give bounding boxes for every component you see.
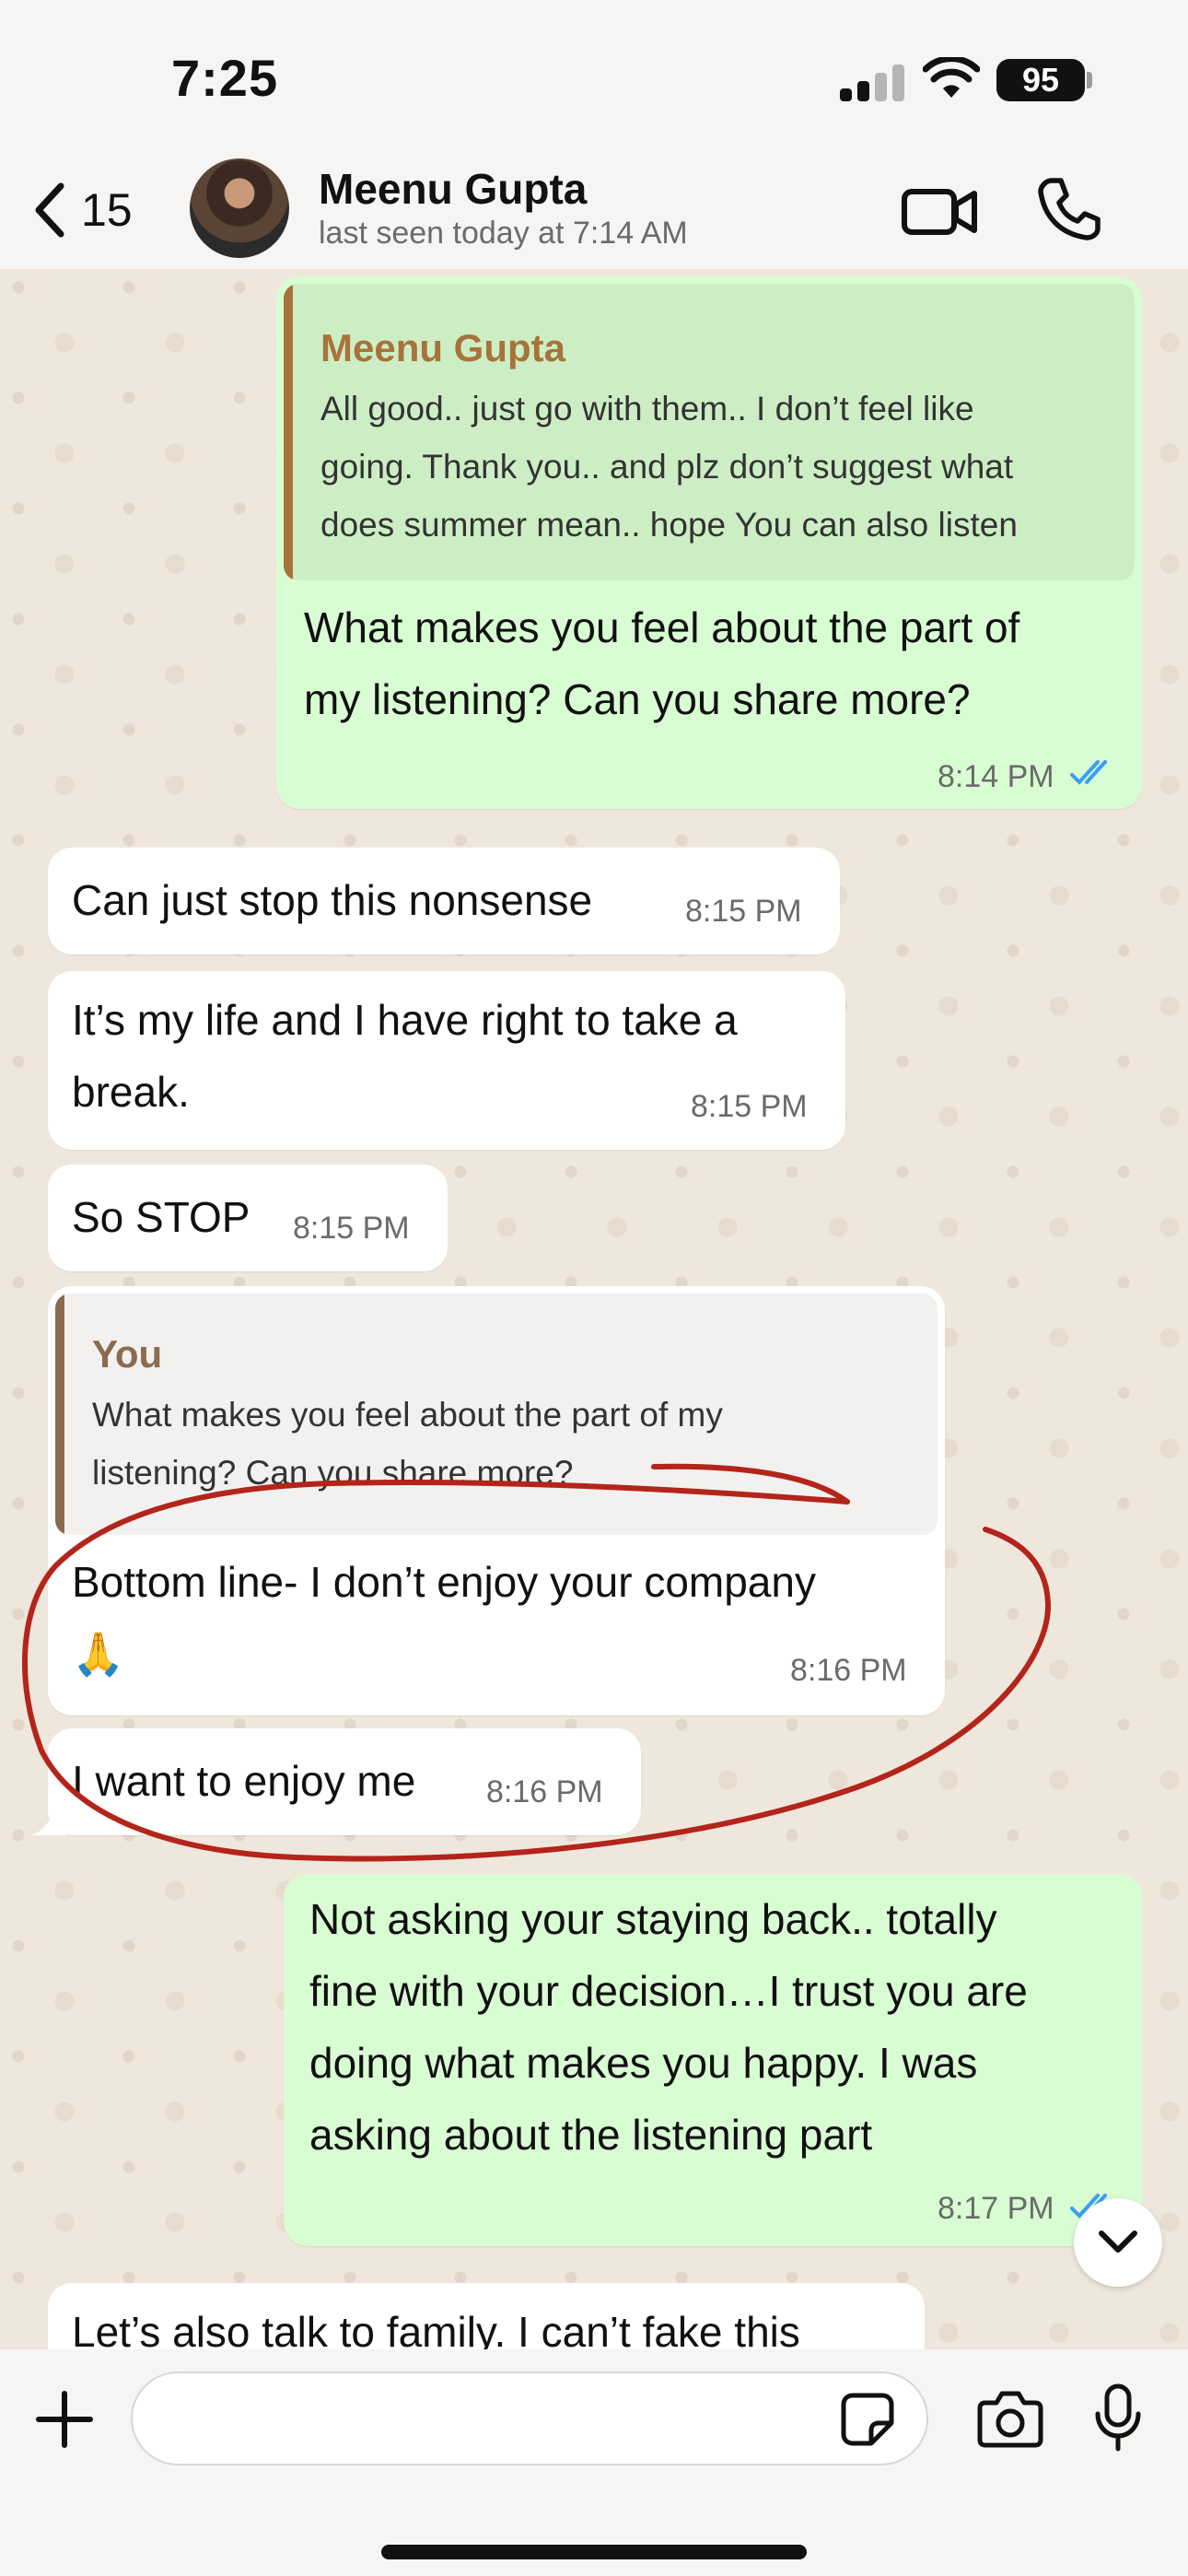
- outgoing-message[interactable]: Not asking your staying back.. totally f…: [284, 1874, 1142, 2246]
- message-text: Bottom line- I don’t enjoy your company: [72, 1558, 816, 1606]
- message-text: Let’s also talk to family. I can’t fake …: [72, 2308, 800, 2349]
- message-time: 8:17 PM: [938, 2191, 1054, 2226]
- message-list[interactable]: Meenu Gupta All good.. just go with them…: [0, 269, 1188, 2349]
- back-button[interactable]: 15: [31, 173, 160, 247]
- double-check-icon: [1070, 760, 1107, 785]
- avatar[interactable]: [190, 158, 289, 258]
- wifi-icon: [923, 57, 980, 98]
- quote-line: listening? Can you share more?: [92, 1454, 574, 1492]
- message-time: 8:16 PM: [486, 1774, 603, 1809]
- message-emoji: 🙏: [72, 1630, 125, 1678]
- unread-count: 15: [81, 184, 133, 236]
- phone-icon[interactable]: [1035, 175, 1103, 243]
- quote-bar: [55, 1294, 64, 1535]
- quoted-message[interactable]: Meenu Gupta All good.. just go with them…: [284, 284, 1135, 580]
- last-seen-status: last seen today at 7:14 AM: [319, 216, 688, 251]
- video-call-icon[interactable]: [901, 179, 978, 243]
- message-time: 8:14 PM: [938, 759, 1054, 794]
- quote-bar: [284, 284, 293, 580]
- contact-name[interactable]: Meenu Gupta: [319, 164, 587, 214]
- quote-line: going. Thank you.. and plz don’t suggest…: [320, 448, 1014, 486]
- camera-icon[interactable]: [976, 2388, 1044, 2449]
- quote-line: All good.. just go with them.. I don’t f…: [320, 390, 974, 427]
- quote-author: Meenu Gupta: [320, 326, 566, 369]
- cellular-signal-icon: [840, 63, 906, 101]
- home-indicator: [381, 2545, 807, 2559]
- message-time: 8:16 PM: [790, 1653, 907, 1688]
- message-text: break.: [72, 1068, 190, 1116]
- outgoing-message[interactable]: Meenu Gupta All good.. just go with them…: [276, 276, 1142, 809]
- chevron-down-icon: [1099, 2231, 1137, 2253]
- quote-line: What makes you feel about the part of my: [92, 1396, 723, 1434]
- bubble-tail: [31, 1802, 66, 1835]
- incoming-message[interactable]: You What makes you feel about the part o…: [48, 1286, 945, 1715]
- scroll-to-bottom-button[interactable]: [1074, 2198, 1162, 2287]
- incoming-message[interactable]: I want to enjoy me 8:16 PM: [48, 1728, 641, 1835]
- quoted-message[interactable]: You What makes you feel about the part o…: [55, 1294, 938, 1535]
- incoming-message[interactable]: It’s my life and I have right to take a …: [48, 971, 845, 1150]
- message-text: asking about the listening part: [309, 2111, 873, 2159]
- battery-level: 95: [996, 59, 1085, 101]
- message-text: What makes you feel about the part of: [304, 603, 1020, 651]
- message-text: my listening? Can you share more?: [304, 675, 971, 723]
- message-input[interactable]: [131, 2371, 928, 2465]
- chat-header: 15 Meenu Gupta last seen today at 7:14 A…: [0, 147, 1188, 269]
- microphone-icon[interactable]: [1092, 2383, 1144, 2453]
- incoming-message[interactable]: So STOP 8:15 PM: [48, 1165, 448, 1271]
- plus-icon[interactable]: [33, 2388, 96, 2451]
- message-time: 8:15 PM: [685, 894, 802, 929]
- message-text: I want to enjoy me: [72, 1757, 416, 1805]
- message-time: 8:15 PM: [691, 1089, 808, 1124]
- message-text: So STOP: [72, 1193, 250, 1241]
- chevron-left-icon: [35, 182, 64, 238]
- message-time: 8:15 PM: [293, 1211, 410, 1246]
- message-text: Can just stop this nonsense: [72, 876, 593, 924]
- message-text: Not asking your staying back.. totally: [309, 1895, 997, 1943]
- status-bar: 7:25 95: [0, 0, 1188, 147]
- composer-bar: [0, 2349, 1188, 2576]
- message-text: doing what makes you happy. I was: [309, 2039, 978, 2087]
- incoming-message[interactable]: Can just stop this nonsense 8:15 PM: [48, 848, 840, 954]
- incoming-message[interactable]: Let’s also talk to family. I can’t fake …: [48, 2283, 925, 2349]
- message-text: It’s my life and I have right to take a: [72, 996, 738, 1044]
- message-text: fine with your decision…I trust you are: [309, 1967, 1028, 2015]
- quote-author: You: [92, 1332, 163, 1376]
- status-time: 7:25: [171, 49, 279, 107]
- battery-cap: [1087, 72, 1092, 88]
- quote-line: does summer mean.. hope You can also lis…: [320, 506, 1018, 544]
- sticker-icon[interactable]: [840, 2392, 895, 2447]
